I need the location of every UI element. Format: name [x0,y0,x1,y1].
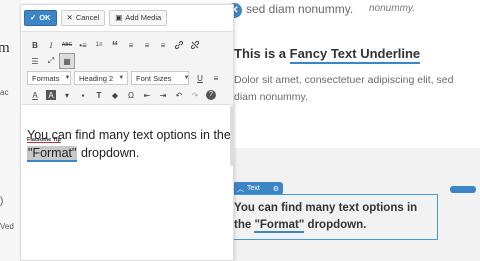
selected-text-line1: You can find many text options in [234,202,418,214]
italic-icon[interactable]: I [43,37,59,53]
gear-icon[interactable]: ⚙ [273,185,279,193]
add-media-button[interactable]: ▣ Add Media [109,9,168,26]
toolbar-toggle-icon[interactable]: ☰ [27,53,43,69]
cancel-button[interactable]: ✕ Cancel [60,9,106,26]
align-left-icon[interactable]: ≡ [123,37,139,53]
clipboard-icon[interactable]: ▪ [75,87,91,103]
help-icon[interactable]: ? [203,87,219,103]
bold-icon[interactable]: B [27,37,43,53]
heading-dropdown[interactable]: Heading 2 ▼ [74,71,128,85]
clear-format-icon[interactable]: ◆ [107,87,123,103]
left-partial-heading: m [0,40,10,56]
align-center-icon[interactable]: ≡ [139,37,155,53]
justify-icon[interactable]: ≡ [208,70,224,86]
paste-dropdown-icon[interactable]: ▾ [59,87,75,103]
unlink-icon[interactable] [187,37,203,53]
special-char-icon[interactable]: Ω [123,87,139,103]
table-icon[interactable]: ▦ [59,53,75,69]
text-color-icon[interactable]: A [27,87,43,103]
underline-icon[interactable]: U [192,70,208,86]
align-right-icon[interactable]: ≡ [155,37,171,53]
chevron-up-icon: ︿ [237,185,244,193]
selected-text-line2: the "Format" dropdown. [234,219,367,233]
highlighted-format-word: "Format" [27,146,78,162]
blockquote-icon[interactable]: “ [107,37,123,53]
editor-body-text[interactable]: You can find many text options in the "F… [27,126,231,162]
redo-icon[interactable]: ↷ [187,87,203,103]
caret-down-icon: ▼ [118,75,125,81]
selected-text[interactable]: You can find many text options in the "F… [234,200,438,234]
numbered-list-icon[interactable]: 1≡ [91,37,107,53]
left-sidebar-strip: m ac ) Ved [0,0,20,261]
formats-dropdown[interactable]: Formats ▼ [27,71,71,85]
left-partial-text: ac [0,88,9,97]
background-color-icon[interactable]: A [46,90,56,100]
bullet-list-icon[interactable]: •≡ [75,37,91,53]
text-pill-label: Text [247,185,260,192]
scrollbar[interactable] [230,106,233,166]
left-partial-label: Ved [0,222,14,231]
toolbar-row-4: A A ▾ ▪ T ◆ Ω ⇤ ⇥ ↶ ↷ ? [27,87,219,103]
heading-prefix: This is a [234,46,290,61]
caret-down-icon: ▼ [64,75,71,81]
bg-top-text: t, sed diam nonummy. [236,2,354,16]
bg-paragraph: Dolor sit amet, consectetuer adipiscing … [234,74,454,103]
outdent-icon[interactable]: ⇤ [139,87,155,103]
editor-toolbar: B I ABC •≡ 1≡ “ ≡ ≡ ≡ ☰ ⤢ ▦ Formats ▼ He… [21,31,233,105]
fullscreen-icon[interactable]: ⤢ [43,53,59,69]
check-icon: ✓ [30,13,37,22]
heading-underlined: Fancy Text Underline [289,46,421,64]
element-handle[interactable] [450,186,476,193]
indent-icon[interactable]: ⇥ [155,87,171,103]
bg-top-script: nonummy. [369,3,415,14]
toolbar-row-2: ☰ ⤢ ▦ [27,53,75,69]
text-editor-panel: ✓ OK ✕ Cancel ▣ Add Media B I ABC •≡ 1≡ … [20,4,234,261]
font-sizes-dropdown[interactable]: Font Sizes ▼ [131,71,189,85]
paste-text-icon[interactable]: T [91,87,107,103]
editor-action-bar: ✓ OK ✕ Cancel ▣ Add Media [21,5,233,30]
close-icon: ✕ [66,13,73,22]
selected-underlined: "Format" [254,219,305,233]
caret-down-icon: ▼ [183,75,190,81]
media-icon: ▣ [115,13,123,22]
link-icon[interactable] [171,37,187,53]
ok-button[interactable]: ✓ OK [24,9,57,26]
toolbar-row-3: Formats ▼ Heading 2 ▼ Font Sizes ▼ U ≡ [27,70,224,86]
undo-icon[interactable]: ↶ [171,87,187,103]
left-partial-paren: ) [0,196,4,207]
fancy-heading: This is a Fancy Text Underline [234,46,421,64]
toolbar-row-1: B I ABC •≡ 1≡ “ ≡ ≡ ≡ [27,37,203,53]
strikethrough-icon[interactable]: ABC [59,37,75,53]
